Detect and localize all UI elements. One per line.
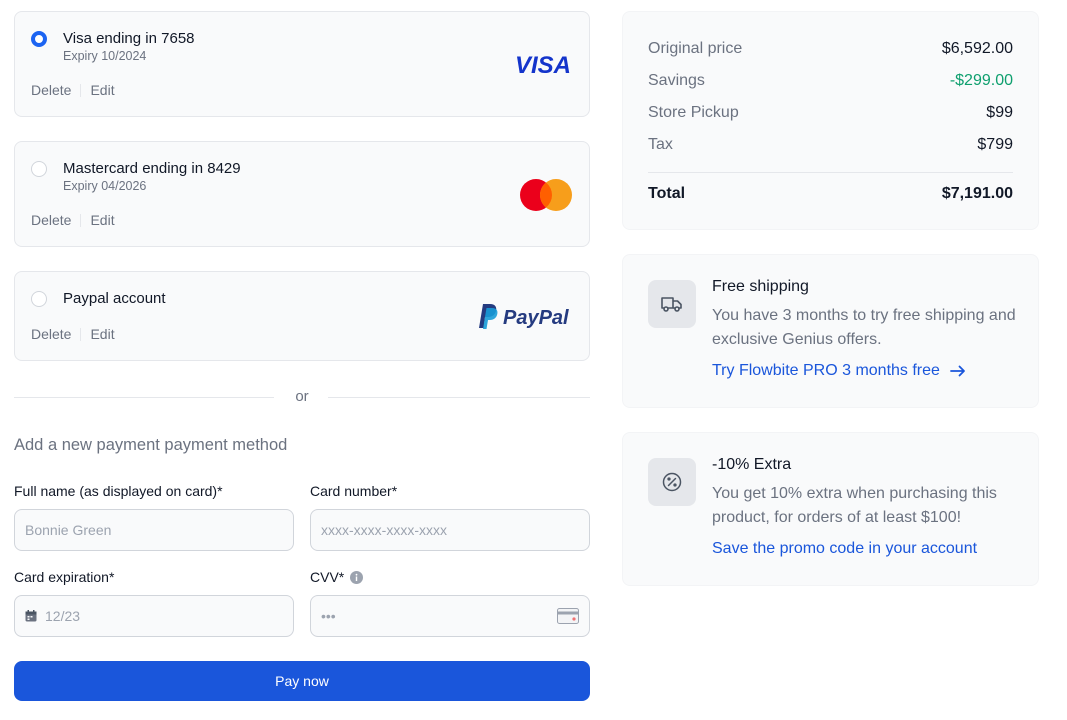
save-promo-link-text[interactable]: Save the promo code in your account [712, 540, 977, 558]
order-summary: Original price $6,592.00 Savings -$299.0… [622, 11, 1039, 230]
paypal-account-title: Paypal account [63, 290, 166, 307]
paypal-delete-link[interactable]: Delete [31, 326, 71, 342]
cvv-label-row: CVV* [310, 569, 364, 585]
mastercard-card-expiry: Expiry 04/2026 [63, 179, 147, 193]
paypal-logo-text: PayPal [503, 307, 569, 329]
mastercard-edit-link[interactable]: Edit [90, 212, 114, 228]
free-shipping-text: You have 3 months to try free shipping a… [712, 307, 1016, 348]
save-promo-link[interactable]: Save the promo code in your account [712, 540, 977, 558]
mastercard-radio[interactable] [31, 161, 47, 177]
payment-card-mastercard[interactable]: Mastercard ending in 8429 Expiry 04/2026… [14, 141, 590, 247]
mastercard-logo-svg [520, 179, 572, 211]
try-pro-link-text[interactable]: Try Flowbite PRO 3 months free [712, 362, 940, 380]
truck-icon [648, 280, 696, 328]
summary-row-total: Total $7,191.00 [648, 185, 1013, 203]
cvv-field[interactable] [310, 595, 590, 637]
total-label: Total [648, 185, 686, 202]
total-value: $7,191.00 [941, 185, 1013, 202]
extra-discount-title: -10% Extra [712, 456, 792, 473]
card-number-label: Card number* [310, 483, 398, 499]
free-shipping-card: Free shipping You have 3 months to try f… [622, 254, 1039, 408]
card-number-field[interactable] [310, 509, 590, 551]
summary-value: $99 [986, 104, 1013, 121]
summary-row-original-price: Original price $6,592.00 [648, 40, 1013, 58]
visa-logo-text: VISA [515, 52, 571, 76]
paypal-edit-link[interactable]: Edit [90, 326, 114, 342]
arrow-right-icon [950, 365, 966, 377]
mastercard-logo [519, 178, 573, 217]
try-pro-link[interactable]: Try Flowbite PRO 3 months free [712, 362, 966, 380]
summary-divider [648, 172, 1013, 173]
cvv-label: CVV* [310, 569, 345, 585]
summary-label: Savings [648, 72, 705, 89]
summary-value: -$299.00 [949, 72, 1013, 89]
summary-value: $799 [977, 136, 1013, 153]
action-separator [80, 213, 82, 227]
paypal-logo: PayPal [475, 302, 573, 335]
summary-label: Tax [648, 136, 673, 153]
full-name-input[interactable] [25, 522, 283, 538]
card-expiration-label: Card expiration* [14, 569, 115, 585]
calendar-icon [25, 610, 37, 622]
full-name-label: Full name (as displayed on card)* [14, 483, 223, 499]
card-expiration-input[interactable] [45, 608, 283, 624]
summary-row-store-pickup: Store Pickup $99 [648, 104, 1013, 122]
summary-row-tax: Tax $799 [648, 136, 1013, 154]
new-payment-heading: Add a new payment payment method [14, 436, 288, 454]
summary-label: Original price [648, 40, 743, 57]
payment-card-visa[interactable]: Visa ending in 7658 Expiry 10/2024 Delet… [14, 11, 590, 117]
pay-now-button[interactable]: Pay now [14, 661, 590, 701]
visa-radio[interactable] [31, 31, 47, 47]
summary-row-savings: Savings -$299.00 [648, 72, 1013, 90]
free-shipping-title: Free shipping [712, 278, 809, 295]
credit-card-icon [557, 608, 579, 624]
visa-logo: VISA [513, 52, 573, 81]
divider-line-right [328, 397, 590, 398]
or-divider: or [14, 388, 590, 408]
payment-card-paypal[interactable]: Paypal account Delete Edit PayPal [14, 271, 590, 361]
full-name-field[interactable] [14, 509, 294, 551]
visa-logo-svg: VISA [515, 52, 571, 79]
mastercard-card-title: Mastercard ending in 8429 [63, 160, 241, 177]
visa-card-title: Visa ending in 7658 [63, 30, 195, 47]
card-number-input[interactable] [321, 522, 579, 538]
paypal-radio[interactable] [31, 291, 47, 307]
action-separator [80, 83, 82, 97]
visa-delete-link[interactable]: Delete [31, 82, 71, 98]
extra-discount-text: You get 10% extra when purchasing this p… [712, 485, 997, 526]
cvv-input[interactable] [321, 608, 557, 624]
mastercard-delete-link[interactable]: Delete [31, 212, 71, 228]
visa-card-expiry: Expiry 10/2024 [63, 49, 147, 63]
discount-badge-icon [648, 458, 696, 506]
visa-edit-link[interactable]: Edit [90, 82, 114, 98]
card-expiration-field[interactable] [14, 595, 294, 637]
info-icon[interactable] [350, 570, 364, 584]
summary-value: $6,592.00 [941, 40, 1013, 57]
extra-discount-card: -10% Extra You get 10% extra when purcha… [622, 432, 1039, 586]
action-separator [80, 327, 82, 341]
summary-label: Store Pickup [648, 104, 739, 121]
paypal-logo-svg: PayPal [479, 304, 569, 329]
